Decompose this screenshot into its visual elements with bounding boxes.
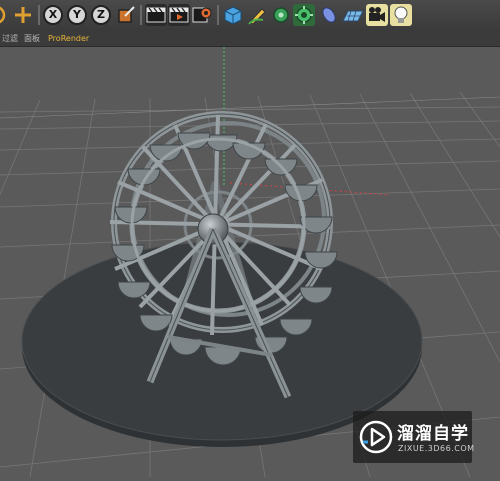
menu-prorender[interactable]: ProRender (48, 31, 89, 46)
toolbar-separator (140, 5, 142, 25)
axis-z-icon[interactable]: Z (91, 5, 111, 25)
watermark-url: ZIXUE.3D66.COM (398, 444, 475, 453)
live-selection-icon[interactable] (0, 4, 6, 26)
toolbar-separator (217, 5, 219, 25)
play-logo-icon (359, 420, 393, 454)
camera-icon[interactable] (366, 4, 388, 26)
subdivision-icon[interactable] (270, 4, 292, 26)
coordinate-system-icon[interactable] (115, 4, 137, 26)
render-settings-icon[interactable] (191, 4, 213, 26)
pen-icon[interactable] (246, 4, 268, 26)
axis-y-icon[interactable]: Y (67, 5, 87, 25)
watermark: 溜溜自学 ZIXUE.3D66.COM (353, 411, 475, 463)
render-view-icon[interactable] (145, 4, 167, 26)
toolbar-separator (38, 5, 40, 25)
light-icon[interactable] (390, 4, 412, 26)
menu-panel[interactable]: 面板 (24, 31, 40, 46)
cloner-icon[interactable] (293, 4, 315, 26)
main-toolbar: X Y Z (0, 0, 500, 32)
cube-icon[interactable] (222, 4, 244, 26)
add-icon[interactable] (12, 4, 34, 26)
render-picture-viewer-icon[interactable] (168, 4, 190, 26)
menu-filter[interactable]: 过滤 (2, 31, 18, 46)
axis-x-icon[interactable]: X (43, 5, 63, 25)
watermark-title: 溜溜自学 (397, 424, 469, 444)
deformer-icon[interactable] (318, 4, 340, 26)
floor-icon[interactable] (342, 4, 364, 26)
viewport-menubar: 过滤 面板 ProRender (0, 31, 500, 47)
